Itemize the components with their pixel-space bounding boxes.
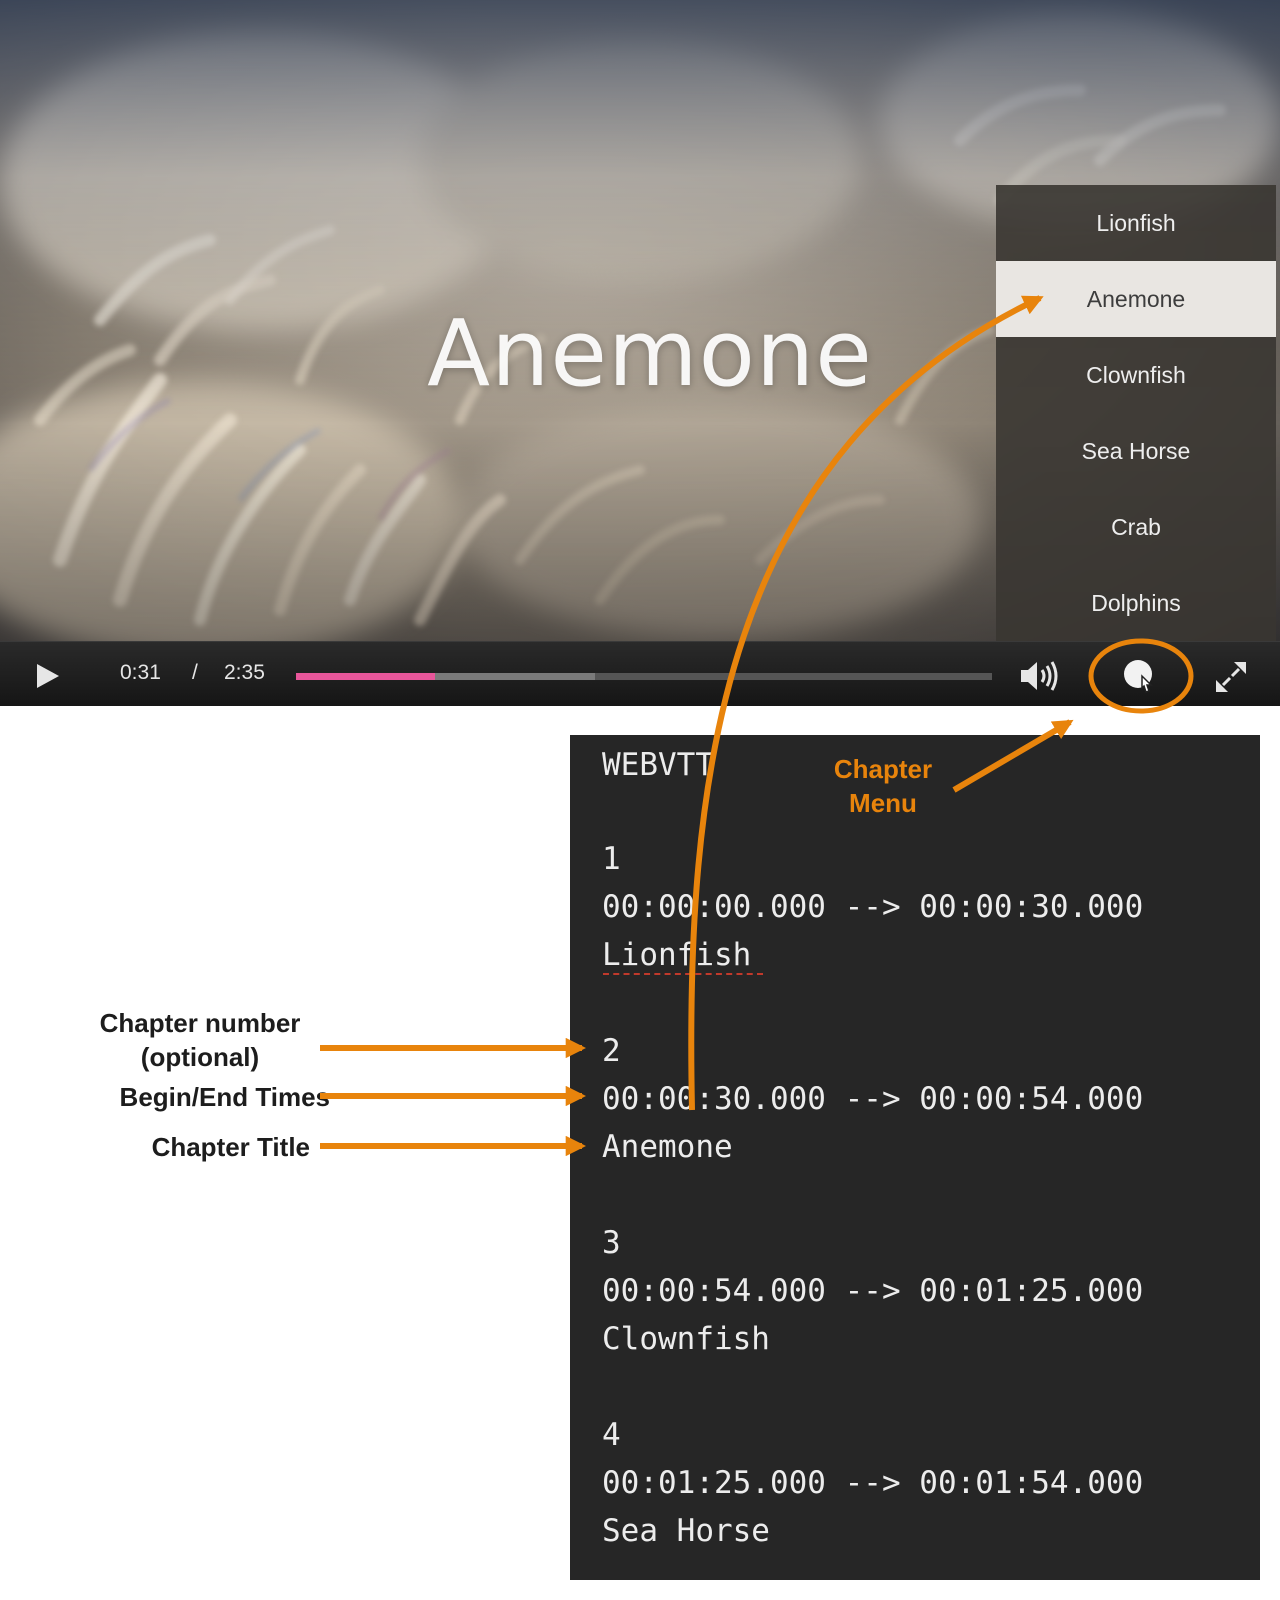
fullscreen-icon[interactable] — [1212, 658, 1250, 696]
vtt-cue-title: Sea Horse — [602, 1513, 770, 1549]
callout-line: Menu — [849, 788, 917, 818]
chapter-number-label: Chapter number (optional) — [70, 1006, 330, 1074]
video-title-overlay: Anemone — [427, 300, 873, 407]
chapter-menu-item[interactable]: Lionfish — [996, 185, 1276, 261]
vtt-cue-number: 4 — [602, 1417, 621, 1453]
chapter-menu-item[interactable]: Dolphins — [996, 565, 1276, 641]
webvtt-code-panel: WEBVTT 1 00:00:00.000 --> 00:00:30.000 L… — [570, 735, 1260, 1580]
chapter-menu-item[interactable]: Clownfish — [996, 337, 1276, 413]
vtt-header: WEBVTT — [602, 747, 714, 783]
vtt-cue-times: 00:00:00.000 --> 00:00:30.000 — [602, 889, 1144, 925]
video-player[interactable]: Anemone Lionfish Anemone Clownfish Sea H… — [0, 0, 1280, 706]
chapter-menu-item[interactable]: Sea Horse — [996, 413, 1276, 489]
label-line: Chapter number — [99, 1008, 301, 1038]
vtt-cue-number: 1 — [602, 841, 621, 877]
chapters-icon[interactable] — [1116, 654, 1166, 700]
time-separator: / — [192, 661, 198, 684]
callout-line: Chapter — [833, 754, 933, 784]
chapter-title-label: Chapter Title — [151, 1132, 310, 1162]
vtt-cue-times: 00:01:25.000 --> 00:01:54.000 — [602, 1465, 1144, 1501]
total-time: 2:35 — [224, 661, 265, 684]
chapter-menu-item[interactable]: Crab — [996, 489, 1276, 565]
progress-played — [296, 673, 436, 680]
spellcheck-underline — [603, 973, 763, 975]
progress-bar[interactable] — [296, 673, 992, 680]
begin-end-times-label: Begin/End Times — [119, 1082, 330, 1112]
volume-icon[interactable] — [1018, 658, 1062, 694]
label-line: (optional) — [140, 1042, 260, 1072]
vtt-cue-title: Anemone — [602, 1129, 733, 1165]
vtt-cue-number: 2 — [602, 1033, 621, 1069]
vtt-cue-times: 00:00:54.000 --> 00:01:25.000 — [602, 1273, 1144, 1309]
play-icon[interactable] — [34, 662, 62, 690]
chapter-menu-item-selected[interactable]: Anemone — [996, 261, 1276, 337]
control-bar: 0:31 / 2:35 — [0, 641, 1280, 706]
vtt-cue-number: 3 — [602, 1225, 621, 1261]
vtt-cue-title: Clownfish — [602, 1321, 770, 1357]
chapter-menu: Lionfish Anemone Clownfish Sea Horse Cra… — [996, 185, 1276, 641]
current-time: 0:31 — [120, 661, 161, 684]
vtt-cue-times: 00:00:30.000 --> 00:00:54.000 — [602, 1081, 1144, 1117]
vtt-cue-title: Lionfish — [602, 937, 752, 973]
chapter-menu-callout: Chapter Menu — [818, 752, 948, 820]
